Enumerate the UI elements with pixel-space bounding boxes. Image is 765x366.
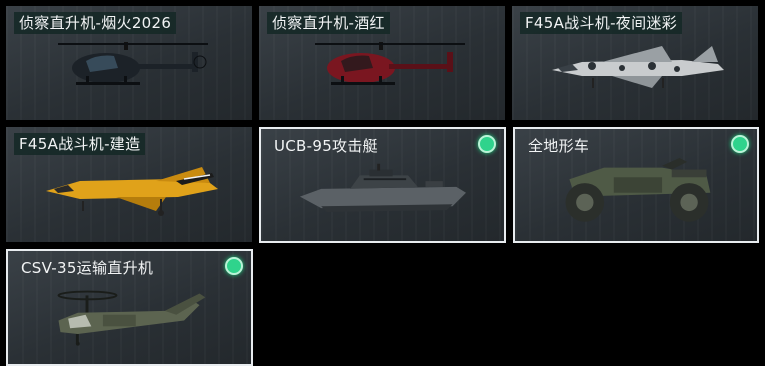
vehicle-card-f45a-build[interactable]: F45A战斗机-建造 [6, 127, 252, 242]
vehicle-card-atv[interactable]: 全地形车 [513, 127, 759, 243]
owned-indicator-icon [478, 135, 496, 153]
vehicle-name: 侦察直升机-烟火2026 [14, 12, 177, 34]
vehicle-skin-grid: 侦察直升机-烟火2026 侦察直升机-酒红 F45A战斗机-夜间迷彩 F45A战… [0, 0, 765, 366]
vehicle-card-csv-35-transport-heli[interactable]: CSV-35运输直升机 [6, 249, 253, 366]
vehicle-card-ucb-95-attack-boat[interactable]: UCB-95攻击艇 [259, 127, 506, 243]
vehicle-name: 侦察直升机-酒红 [267, 12, 390, 34]
owned-indicator-icon [731, 135, 749, 153]
vehicle-name: F45A战斗机-夜间迷彩 [520, 12, 682, 34]
vehicle-card-scout-heli-fireworks[interactable]: 侦察直升机-烟火2026 [6, 6, 252, 120]
vehicle-name: 全地形车 [528, 137, 590, 155]
vehicle-name: UCB-95攻击艇 [274, 137, 378, 155]
owned-indicator-icon [225, 257, 243, 275]
vehicle-name: CSV-35运输直升机 [21, 259, 154, 277]
vehicle-card-scout-heli-wine-red[interactable]: 侦察直升机-酒红 [259, 6, 505, 120]
vehicle-card-f45a-night-camo[interactable]: F45A战斗机-夜间迷彩 [512, 6, 758, 120]
vehicle-name: F45A战斗机-建造 [14, 133, 146, 155]
